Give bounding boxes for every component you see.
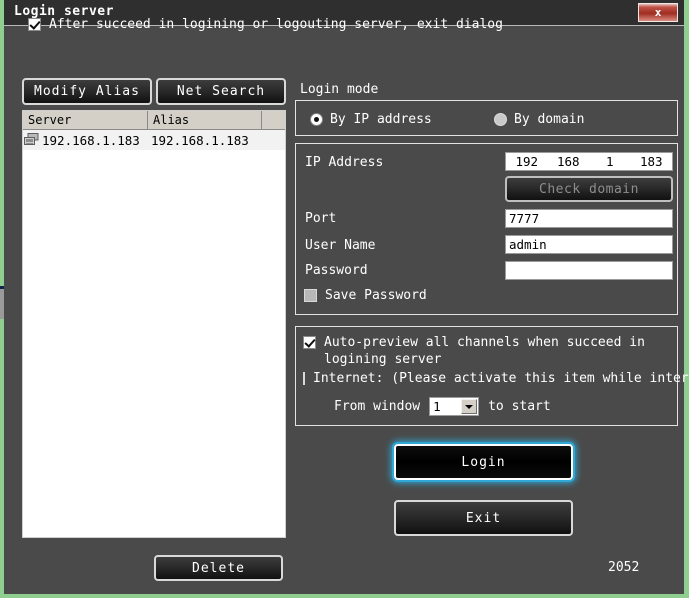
password-input[interactable] [505, 261, 673, 280]
server-list-header: Server Alias [23, 111, 285, 130]
desktop: Login server x After succeed in logining… [0, 0, 689, 598]
column-header-blank[interactable] [262, 111, 285, 129]
cell-server-text: 192.168.1.183 [42, 132, 140, 148]
column-header-server[interactable]: Server [23, 111, 148, 129]
internet-checkbox[interactable] [303, 372, 305, 385]
window-select[interactable]: 1 [429, 397, 480, 416]
login-mode-group-label: Login mode [300, 82, 379, 97]
ip-octet-3[interactable]: 1 [589, 154, 631, 169]
port-label: Port [305, 211, 337, 226]
user-name-input[interactable]: admin [505, 235, 673, 254]
server-icon [24, 133, 40, 147]
radio-by-ip-address-indicator[interactable] [310, 113, 323, 126]
version-label: 2052 [608, 560, 640, 575]
login-server-dialog: Login server x After succeed in logining… [4, 0, 689, 594]
cell-server: 192.168.1.183 [23, 133, 148, 148]
exit-dialog-checkbox[interactable] [28, 18, 41, 31]
save-password-option[interactable]: Save Password [304, 288, 427, 303]
ip-octet-4[interactable]: 183 [631, 154, 673, 169]
exit-button[interactable]: Exit [394, 500, 573, 536]
ip-octet-2[interactable]: 168 [548, 154, 590, 169]
internet-option[interactable]: Internet: (Please activate this item whi… [303, 371, 689, 386]
port-input[interactable]: 7777 [505, 209, 673, 228]
cell-alias: 192.168.1.183 [151, 132, 249, 148]
radio-by-domain[interactable]: By domain [494, 112, 584, 127]
from-window-row: From window 1 to start [334, 397, 551, 416]
save-password-label: Save Password [325, 288, 427, 303]
close-icon[interactable]: x [638, 3, 678, 22]
net-search-button[interactable]: Net Search [156, 78, 286, 105]
check-domain-button[interactable]: Check domain [505, 176, 673, 202]
radio-by-domain-indicator[interactable] [494, 113, 507, 126]
delete-button[interactable]: Delete [154, 555, 283, 581]
radio-by-ip-address-label: By IP address [330, 112, 432, 127]
auto-preview-option[interactable]: Auto-preview all channels when succeed i… [303, 334, 689, 368]
password-label: Password [305, 263, 368, 278]
chevron-down-icon[interactable] [461, 399, 478, 414]
ip-address-input[interactable]: 192 168 1 183 [505, 152, 673, 171]
auto-preview-checkbox[interactable] [303, 336, 316, 349]
exit-dialog-option[interactable]: After succeed in logining or logouting s… [28, 17, 503, 32]
exit-dialog-label: After succeed in logining or logouting s… [49, 17, 503, 32]
to-start-label: to start [488, 399, 551, 414]
from-window-label: From window [334, 399, 421, 414]
internet-label: Internet: (Please activate this item whi… [313, 371, 689, 386]
column-header-alias[interactable]: Alias [148, 111, 262, 129]
user-name-label: User Name [305, 238, 376, 253]
ip-address-label: IP Address [305, 155, 384, 170]
auto-preview-label: Auto-preview all channels when succeed i… [324, 335, 645, 367]
modify-alias-button[interactable]: Modify Alias [22, 78, 152, 105]
radio-by-domain-label: By domain [514, 112, 585, 127]
radio-by-ip-address[interactable]: By IP address [310, 112, 432, 127]
server-list[interactable]: Server Alias 192.168.1.183 192.168.1.183 [22, 110, 286, 538]
login-button[interactable]: Login [394, 444, 573, 480]
window-select-value: 1 [433, 399, 441, 414]
save-password-checkbox[interactable] [304, 289, 317, 302]
table-row[interactable]: 192.168.1.183 192.168.1.183 [23, 130, 285, 150]
ip-octet-1[interactable]: 192 [506, 154, 548, 169]
